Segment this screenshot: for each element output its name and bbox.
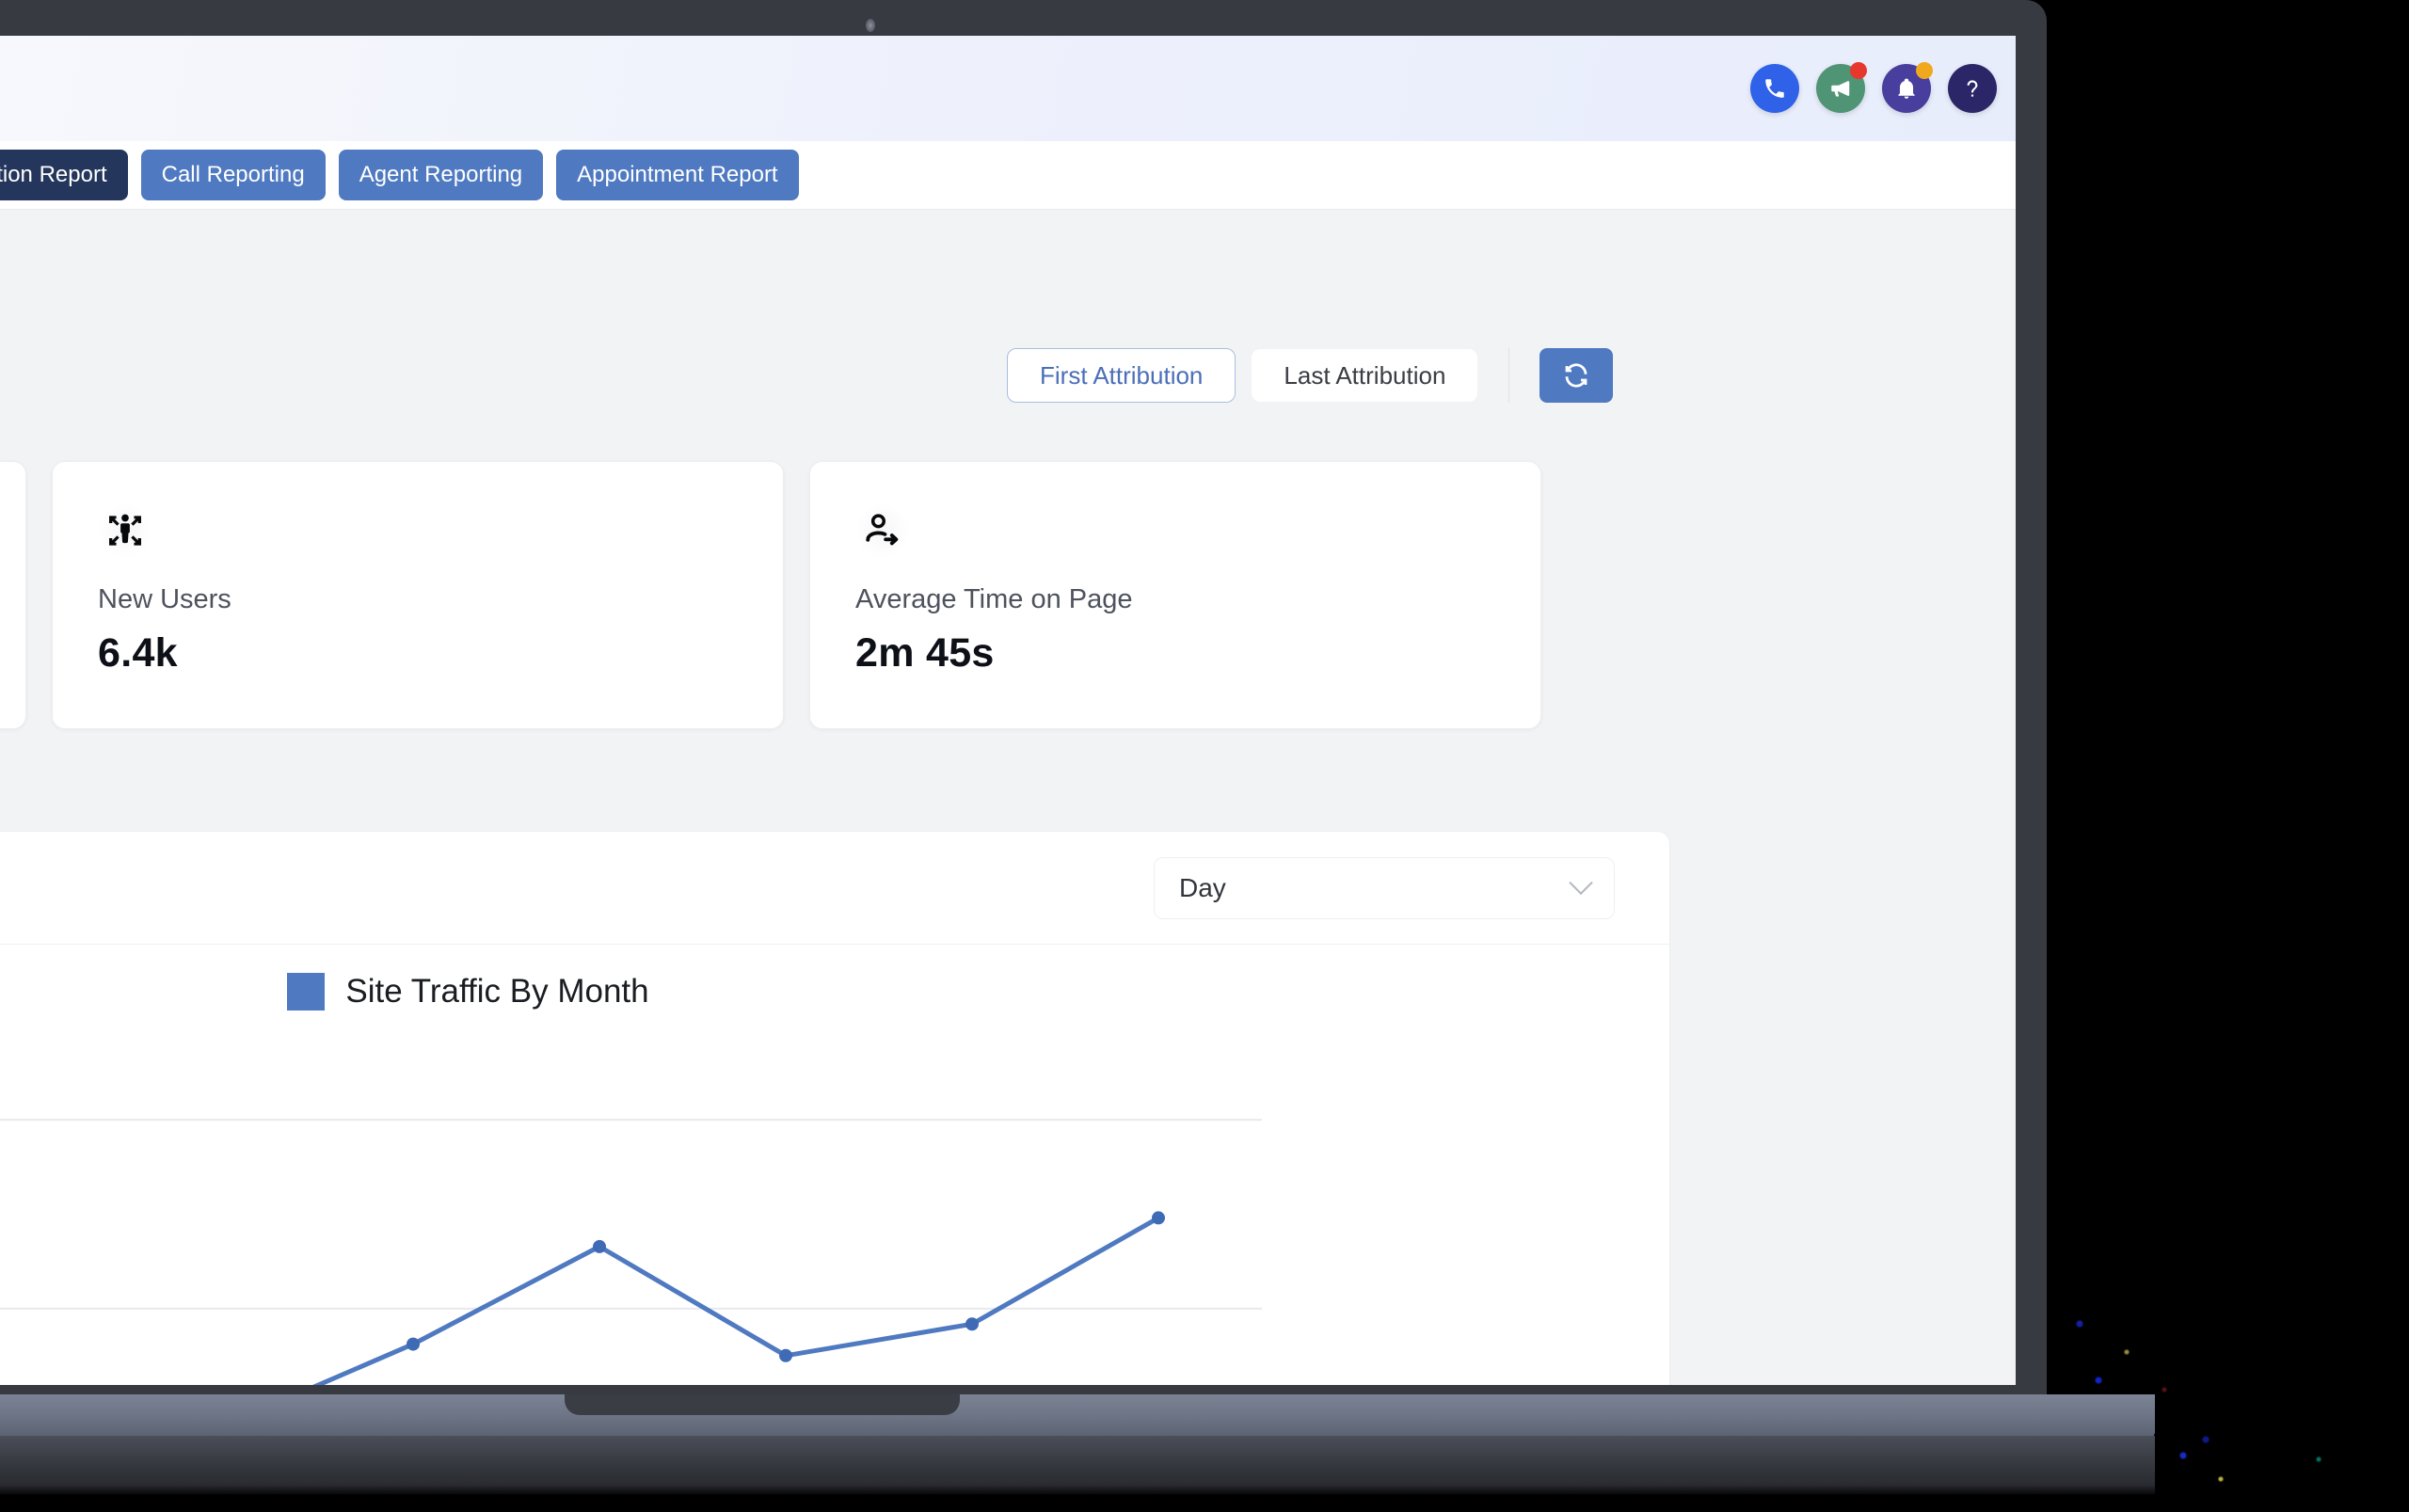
chart-series-line — [312, 1216, 1160, 1385]
users-spread-icon — [98, 503, 152, 558]
tab-label: Call Reporting — [161, 162, 305, 187]
chart-data-point[interactable] — [965, 1317, 979, 1331]
legend-label: Site Traffic By Month — [345, 973, 649, 1010]
stat-card-label: New Users — [98, 584, 231, 614]
chart-data-point[interactable] — [593, 1239, 606, 1253]
stat-card-value: 2m 45s — [855, 630, 995, 676]
toolbar-divider — [1508, 348, 1510, 403]
webcam-icon — [866, 19, 875, 32]
laptop-screen: gle Ads Facebook Ads Attribution Report … — [0, 36, 2016, 1385]
laptop-bezel: gle Ads Facebook Ads Attribution Report … — [0, 0, 2047, 1394]
chart-data-point[interactable] — [407, 1337, 420, 1351]
tab-agent-reporting[interactable]: Agent Reporting — [338, 150, 544, 200]
topbar-icon-group — [1750, 62, 1997, 113]
laptop-foot — [0, 1436, 2155, 1494]
tab-call-reporting[interactable]: Call Reporting — [140, 150, 326, 200]
stat-card-row: New Users 6.4k Average Time on Page 2m 4… — [0, 461, 1541, 729]
last-attribution-label: Last Attribution — [1284, 360, 1446, 390]
bell-badge — [1916, 62, 1933, 79]
tab-appointment-report[interactable]: Appointment Report — [556, 150, 799, 200]
stat-card-label: Average Time on Page — [855, 584, 1133, 614]
user-arrow-icon — [855, 503, 910, 558]
chart-panel-header: Over Time Day — [0, 832, 1669, 945]
line-chart-plot — [0, 1072, 1671, 1385]
chart-data-point[interactable] — [1152, 1211, 1165, 1225]
refresh-icon — [1566, 363, 1587, 388]
tab-label: Agent Reporting — [359, 162, 523, 187]
first-attribution-label: First Attribution — [1040, 360, 1204, 390]
over-time-chart-panel: Over Time Day Site Traffic By Month — [0, 831, 1670, 1385]
filter-bar: → 2024-04-26 First Attribution Last Attr… — [0, 346, 1675, 414]
stat-card-value: 6.4k — [98, 630, 178, 676]
stat-card-new-users: New Users 6.4k — [52, 461, 784, 729]
bell-icon[interactable] — [1882, 62, 1933, 113]
first-attribution-button[interactable]: First Attribution — [1007, 348, 1236, 403]
chevron-down-icon — [1569, 870, 1593, 896]
stat-card-average-time-on-page: Average Time on Page 2m 45s — [809, 461, 1541, 729]
report-tabbar: gle Ads Facebook Ads Attribution Report … — [0, 141, 2016, 210]
tab-label: Attribution Report — [0, 162, 107, 187]
granularity-value: Day — [1179, 873, 1226, 902]
help-icon[interactable] — [1948, 64, 1997, 113]
laptop-base — [0, 1394, 2155, 1438]
stat-card-clipped — [0, 461, 26, 729]
tab-label: Appointment Report — [577, 162, 778, 187]
megaphone-badge — [1850, 62, 1867, 79]
phone-icon[interactable] — [1750, 64, 1799, 113]
laptop-base-notch — [565, 1394, 960, 1415]
line-chart-svg — [0, 1119, 1262, 1385]
scene-background: gle Ads Facebook Ads Attribution Report … — [0, 0, 2409, 1512]
chart-data-point[interactable] — [779, 1348, 792, 1362]
legend-swatch — [287, 973, 326, 1011]
last-attribution-button[interactable]: Last Attribution — [1251, 348, 1479, 403]
laptop-mockup: gle Ads Facebook Ads Attribution Report … — [0, 0, 2155, 1494]
attribution-toggle-group: First Attribution Last Attribution — [1007, 348, 1614, 403]
chart-legend: Site Traffic By Month — [0, 973, 1669, 1011]
refresh-button[interactable] — [1540, 348, 1614, 403]
granularity-select[interactable]: Day — [1154, 857, 1615, 919]
tab-attribution-report[interactable]: Attribution Report — [0, 150, 128, 200]
app-topbar — [0, 36, 2016, 141]
megaphone-icon[interactable] — [1816, 62, 1867, 113]
